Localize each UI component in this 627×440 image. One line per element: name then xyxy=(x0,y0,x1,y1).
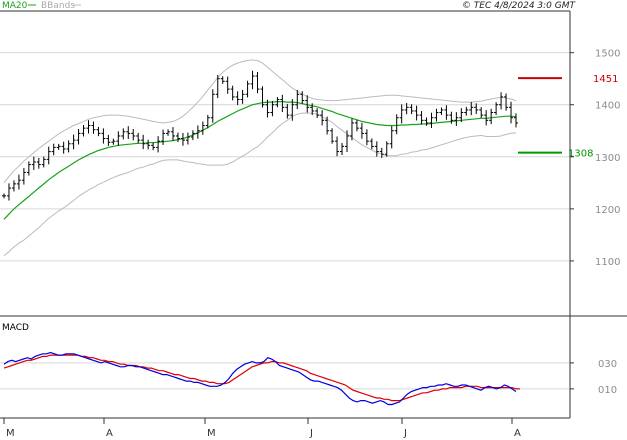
chart-svg: 1451 1308 1100 1200 1300 1400 1500 010 030 M A M… xyxy=(0,1,627,439)
timestamp: © TEC 4/8/2024 3:0 GMT xyxy=(462,1,577,11)
reference-lines: 1451 1308 xyxy=(518,74,618,160)
month-label: J xyxy=(403,428,407,439)
month-label: A xyxy=(514,428,521,439)
month-label: A xyxy=(106,428,113,439)
bband-upper-line xyxy=(3,59,517,184)
month-label: J xyxy=(309,428,313,439)
macd-lines xyxy=(3,351,520,406)
ma20-legend: MA20 xyxy=(2,1,28,11)
price-tick-label: 1300 xyxy=(595,153,620,164)
price-tick-label: 1100 xyxy=(595,257,620,268)
macd-tick-label: 030 xyxy=(598,359,617,370)
ma20-line xyxy=(3,101,517,220)
macd-line xyxy=(3,351,517,406)
time-x-axis: MAMJJA xyxy=(3,418,521,439)
resistance-label: 1451 xyxy=(593,74,618,85)
bollinger-bands xyxy=(3,59,517,257)
bbands-legend: BBands xyxy=(41,1,75,11)
macd-tick-label: 010 xyxy=(598,385,617,396)
support-label: 1308 xyxy=(568,149,593,160)
bband-lower-line xyxy=(3,112,517,257)
price-tick-label: 1200 xyxy=(595,205,620,216)
chart-stage: 1451 1308 1100 1200 1300 1400 1500 010 030 M A M… xyxy=(0,0,627,440)
month-label: M xyxy=(6,428,15,439)
price-bars xyxy=(2,70,518,201)
price-tick-label: 1500 xyxy=(595,49,620,60)
month-label: M xyxy=(207,428,216,439)
macd-title: MACD xyxy=(2,323,29,333)
ma20-path xyxy=(3,101,517,220)
macd-y-axis: 010 030 xyxy=(570,359,617,396)
price-tick-label: 1400 xyxy=(595,101,620,112)
